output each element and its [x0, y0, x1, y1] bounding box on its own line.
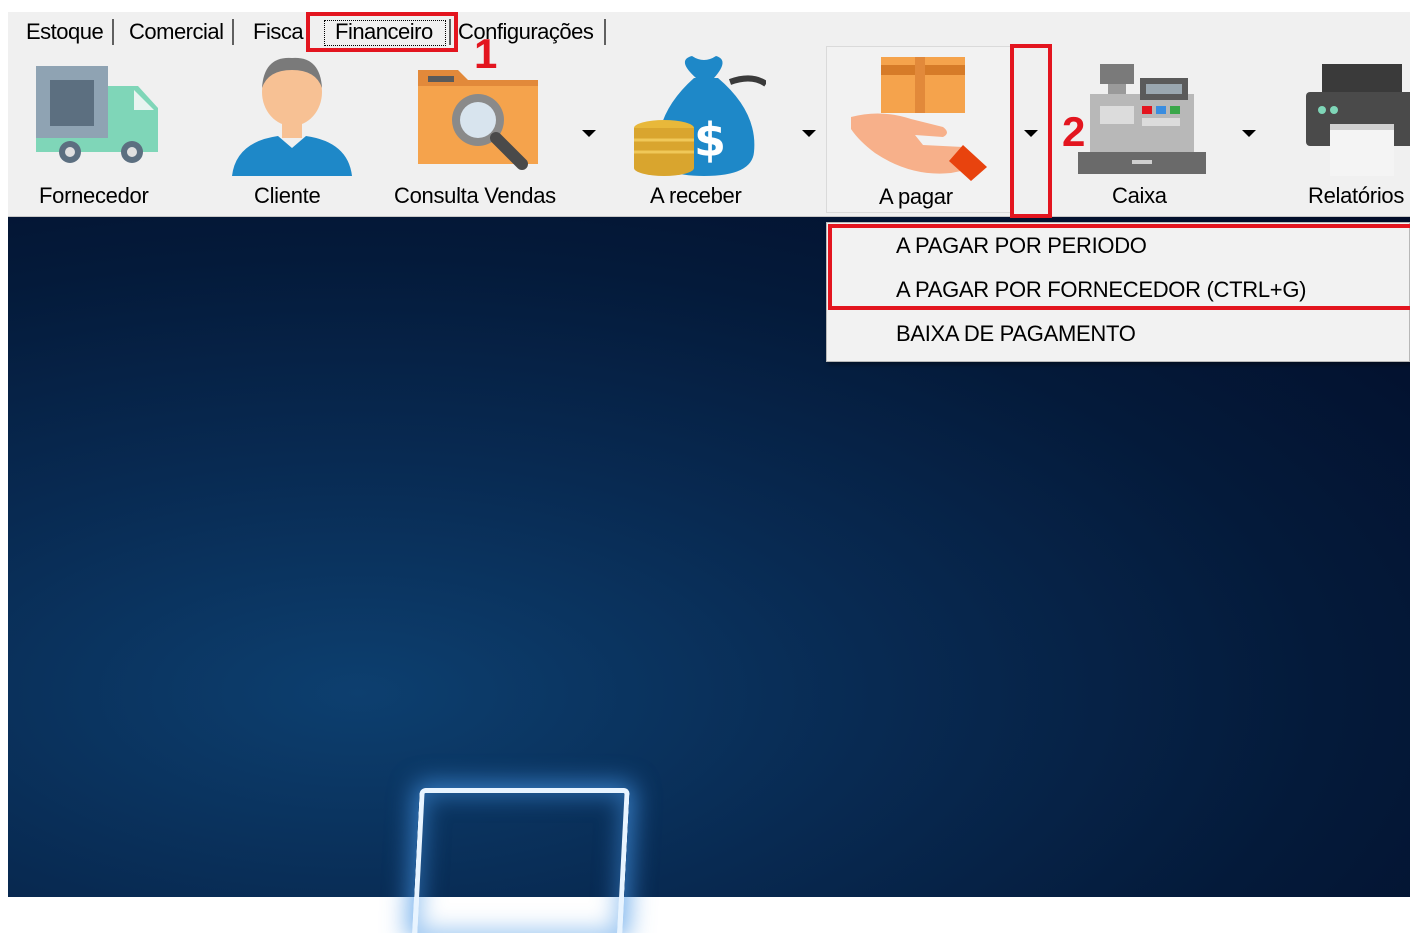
caixa-dropdown-arrow[interactable]: [1242, 130, 1256, 137]
a-receber-button[interactable]: $ A receber: [608, 46, 798, 216]
tab-separator: [232, 19, 234, 45]
money-bag-icon: $: [634, 56, 766, 176]
fornecedor-label: Fornecedor: [39, 183, 149, 208]
tab-separator: [604, 19, 606, 45]
ribbon-tab-bar: Estoque Comercial Fisca Financeiro Confi…: [8, 12, 1410, 46]
windows-logo-glow: [412, 788, 630, 933]
svg-text:$: $: [694, 113, 726, 167]
printer-icon: [1306, 64, 1410, 176]
a-receber-label: A receber: [650, 183, 742, 208]
tab-fiscal[interactable]: Fisca: [253, 18, 304, 46]
hand-card-icon: [851, 57, 987, 181]
caixa-button[interactable]: Caixa: [1068, 46, 1248, 216]
annotation-box-dropdown-arrow: [1010, 44, 1052, 218]
tab-comercial[interactable]: Comercial: [129, 18, 224, 46]
a-receber-dropdown-arrow[interactable]: [802, 130, 816, 137]
person-icon: [232, 57, 352, 176]
caixa-label: Caixa: [1112, 183, 1167, 208]
cash-register-icon: [1078, 64, 1206, 174]
consulta-vendas-label: Consulta Vendas: [394, 183, 556, 208]
menu-item-baixa-de-pagamento[interactable]: BAIXA DE PAGAMENTO: [896, 321, 1136, 347]
cliente-label: Cliente: [254, 183, 321, 208]
tab-separator: [112, 19, 114, 45]
annotation-box-menu-items: [828, 224, 1410, 310]
a-pagar-button[interactable]: A pagar: [826, 46, 1014, 213]
fornecedor-button[interactable]: Fornecedor: [8, 46, 188, 216]
a-pagar-label: A pagar: [879, 184, 953, 209]
truck-icon: [36, 66, 158, 163]
annotation-step-2: 2: [1062, 108, 1086, 155]
relatorios-button[interactable]: Relatórios: [1296, 46, 1410, 216]
ribbon-toolbar: Fornecedor Cliente Consulta Vendas $ A r…: [8, 46, 1410, 217]
annotation-step-1: 1: [474, 30, 498, 77]
consulta-vendas-dropdown-arrow[interactable]: [582, 130, 596, 137]
relatorios-label: Relatórios: [1308, 183, 1405, 208]
annotation-box-financeiro-tab: [306, 12, 458, 52]
tab-estoque[interactable]: Estoque: [26, 18, 104, 46]
cliente-button[interactable]: Cliente: [204, 46, 382, 216]
